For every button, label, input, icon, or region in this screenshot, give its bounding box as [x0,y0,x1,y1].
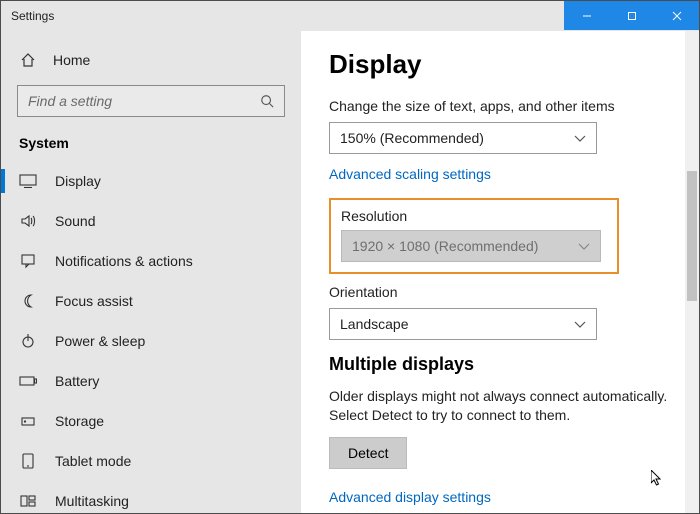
sidebar-item-label: Tablet mode [55,453,131,469]
window-title: Settings [1,1,564,30]
scale-select[interactable]: 150% (Recommended) [329,122,597,154]
scale-value: 150% (Recommended) [340,130,484,146]
search-icon [258,92,276,110]
orientation-select[interactable]: Landscape [329,308,597,340]
titlebar: Settings [1,1,699,31]
orientation-label: Orientation [329,284,669,300]
display-icon [19,172,37,190]
scale-label: Change the size of text, apps, and other… [329,98,669,114]
focus-icon [19,292,37,310]
content-scrollbar[interactable] [685,31,699,513]
sidebar-item-label: Display [55,173,101,189]
scrollbar-thumb[interactable] [687,171,697,301]
sidebar-item-label: Focus assist [55,293,133,309]
search-input[interactable] [28,93,258,109]
chevron-down-icon [574,130,586,146]
sidebar-item-display[interactable]: Display [1,161,301,201]
sidebar-item-sound[interactable]: Sound [1,201,301,241]
content-area: Display Change the size of text, apps, a… [301,31,699,513]
resolution-label: Resolution [341,208,607,224]
page-title: Display [329,49,669,80]
sidebar-item-battery[interactable]: Battery [1,361,301,401]
settings-window: Settings Home [0,0,700,514]
sidebar-item-power-sleep[interactable]: Power & sleep [1,321,301,361]
sidebar-item-notifications[interactable]: Notifications & actions [1,241,301,281]
sidebar-item-label: Battery [55,373,99,389]
detect-button[interactable]: Detect [329,437,407,469]
sidebar-item-label: Multitasking [55,493,129,509]
window-controls [564,1,699,30]
sidebar-home-label: Home [53,52,90,68]
resolution-value: 1920 × 1080 (Recommended) [352,238,538,254]
multiple-displays-description: Older displays might not always connect … [329,387,669,425]
advanced-display-settings-link[interactable]: Advanced display settings [329,489,491,505]
power-icon [19,332,37,350]
window-body: Home System Display Sound [1,31,699,513]
sound-icon [19,212,37,230]
sidebar-item-focus-assist[interactable]: Focus assist [1,281,301,321]
multiple-displays-heading: Multiple displays [329,354,669,375]
advanced-scaling-link[interactable]: Advanced scaling settings [329,166,491,182]
sidebar-item-label: Storage [55,413,104,429]
battery-icon [19,372,37,390]
sidebar-section-title: System [1,129,301,161]
tablet-icon [19,452,37,470]
chevron-down-icon [578,238,590,254]
sidebar-item-label: Sound [55,213,95,229]
resolution-highlight: Resolution 1920 × 1080 (Recommended) [329,198,619,274]
sidebar-nav: Display Sound Notifications & actions Fo… [1,161,301,513]
chevron-down-icon [574,316,586,332]
orientation-value: Landscape [340,316,409,332]
multitasking-icon [19,492,37,510]
sidebar-item-label: Power & sleep [55,333,145,349]
notifications-icon [19,252,37,270]
storage-icon [19,412,37,430]
window-close-button[interactable] [654,1,699,30]
sidebar-item-storage[interactable]: Storage [1,401,301,441]
content-inner: Display Change the size of text, apps, a… [329,49,669,513]
search-box[interactable] [17,85,285,117]
search-container [1,79,301,129]
sidebar-item-multitasking[interactable]: Multitasking [1,481,301,513]
home-icon [19,51,37,69]
sidebar: Home System Display Sound [1,31,301,513]
sidebar-item-tablet-mode[interactable]: Tablet mode [1,441,301,481]
resolution-select[interactable]: 1920 × 1080 (Recommended) [341,230,601,262]
window-maximize-button[interactable] [609,1,654,30]
sidebar-item-label: Notifications & actions [55,253,193,269]
sidebar-home[interactable]: Home [1,41,301,79]
window-minimize-button[interactable] [564,1,609,30]
